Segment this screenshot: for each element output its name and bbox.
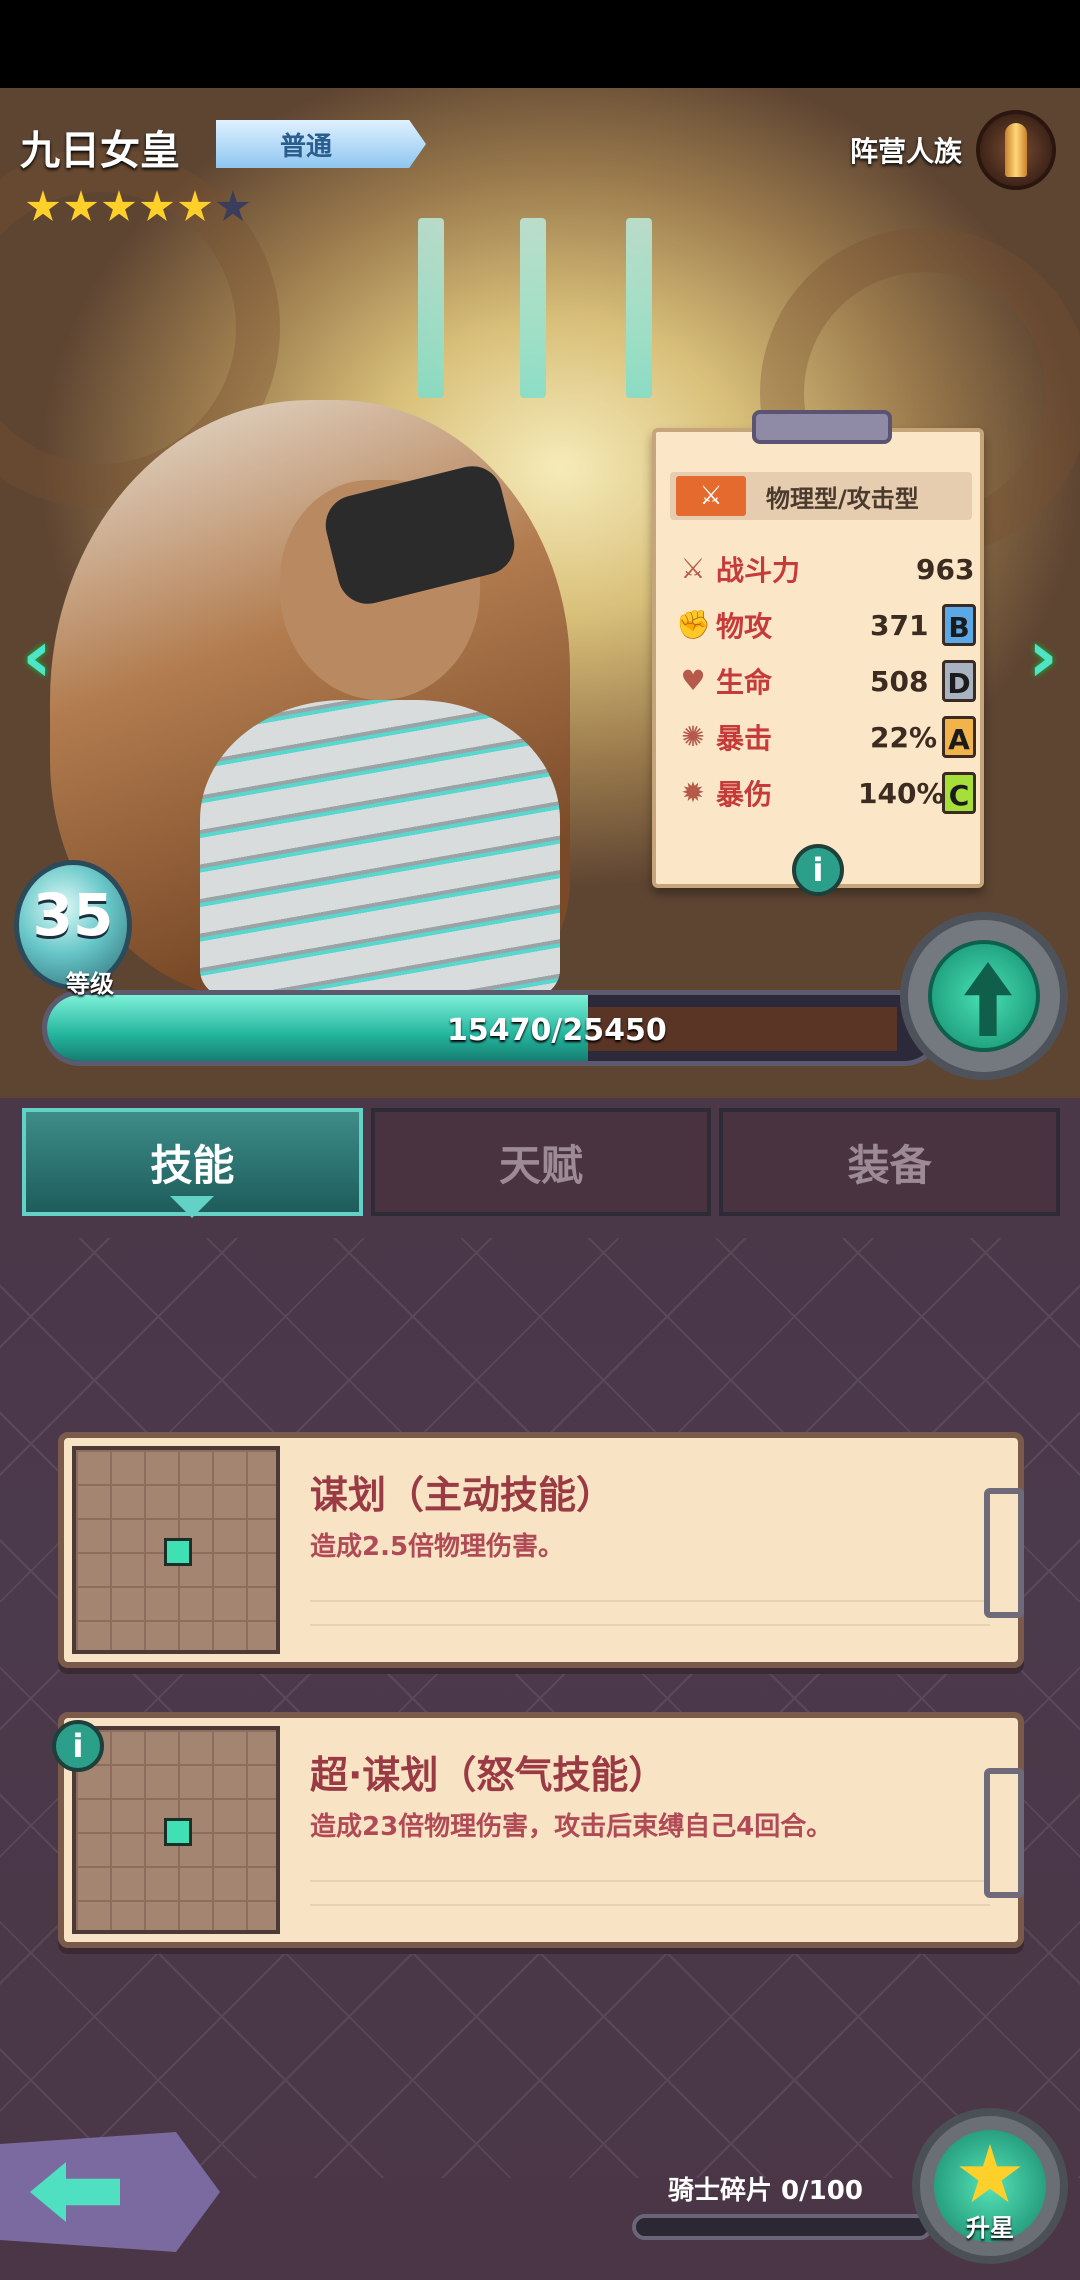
hero-type-row: ⚔ 物理型/攻击型	[670, 472, 972, 520]
skill-title: 超·谋划（怒气技能）	[310, 1753, 667, 1797]
stat-row-combat-power: ⚔ 战斗力 963	[676, 544, 976, 594]
star-up-button[interactable]: 升星	[912, 2108, 1068, 2264]
star-up-inner: 升星	[934, 2130, 1046, 2242]
skill-card-handle	[984, 1768, 1024, 1898]
faction-label: 阵营人族	[849, 135, 962, 168]
star-icon	[102, 190, 136, 221]
tab-equipment[interactable]: 装备	[719, 1108, 1061, 1216]
skill-description: 造成2.5倍物理伤害。	[310, 1532, 565, 1562]
level-up-button[interactable]	[900, 912, 1068, 1080]
tab-talent[interactable]: 天赋	[370, 1108, 712, 1216]
panel-pattern	[0, 1238, 1080, 2178]
next-hero-button[interactable]: ›	[1018, 616, 1068, 696]
level-up-inner	[928, 940, 1040, 1052]
stat-row-crit: ✺ 暴击 22% A	[676, 712, 976, 762]
skill-icon	[72, 1446, 280, 1654]
clipboard-clip	[752, 410, 892, 444]
stat-grade: B	[942, 604, 976, 646]
level-value: 35	[32, 881, 114, 949]
stat-row-attack: ✊ 物攻 371 B	[676, 600, 976, 650]
lower-panel	[0, 1098, 1080, 2280]
heart-icon: ♥	[680, 664, 706, 697]
crit-damage-icon: ✹	[681, 776, 705, 809]
arrow-up-icon	[964, 962, 1012, 1036]
stat-row-crit-damage: ✹ 暴伤 140% C	[676, 768, 976, 818]
star-icon	[216, 190, 250, 221]
skill-card-rage[interactable]: 超·谋划（怒气技能） 造成23倍物理伤害，攻击后束缚自己4回合。	[58, 1712, 1024, 1948]
stat-value: 508	[870, 664, 929, 698]
stat-label: 物攻	[716, 610, 773, 643]
star-rating	[26, 190, 250, 224]
star-icon	[140, 190, 174, 221]
tab-bar: 技能 天赋 装备	[22, 1108, 1061, 1218]
stat-label: 暴伤	[716, 778, 773, 811]
skill-ruled-lines	[310, 1578, 990, 1648]
level-label: 等级	[66, 970, 114, 998]
star-up-label: 升星	[966, 2214, 1014, 2242]
xp-text: 15470/25450	[447, 1013, 667, 1048]
skill-icon	[72, 1726, 280, 1934]
stat-grade: A	[942, 716, 976, 758]
stats-info-button[interactable]: i	[792, 844, 844, 896]
knight-shards-label: 骑士碎片 0/100	[668, 2176, 863, 2206]
skill-description: 造成23倍物理伤害，攻击后束缚自己4回合。	[310, 1812, 833, 1842]
stat-row-health: ♥ 生命 508 D	[676, 656, 976, 706]
xp-bar: 15470/25450	[42, 990, 942, 1066]
stat-value: 140%	[858, 776, 945, 810]
faction-button[interactable]	[976, 110, 1056, 190]
skill-card-active[interactable]: 谋划（主动技能） 造成2.5倍物理伤害。	[58, 1432, 1024, 1668]
status-bar	[0, 0, 1080, 88]
star-icon	[959, 2144, 1021, 2203]
combat-power-icon: ⚔	[680, 552, 706, 585]
sword-icon: ⚔	[676, 476, 746, 516]
stat-label: 暴击	[716, 722, 773, 755]
skill-card-handle	[984, 1488, 1024, 1618]
stat-label: 生命	[716, 666, 773, 699]
crit-icon: ✺	[681, 720, 705, 753]
star-icon	[64, 190, 98, 221]
rarity-badge: 普通	[216, 120, 426, 168]
skill-title: 谋划（主动技能）	[310, 1473, 615, 1517]
prev-hero-button[interactable]: ‹	[12, 616, 62, 696]
skill-icon-dot	[164, 1818, 192, 1846]
stat-label: 战斗力	[716, 554, 801, 587]
stat-grade: D	[942, 660, 976, 702]
bullet-icon	[1005, 123, 1027, 177]
star-icon	[178, 190, 212, 221]
stat-grade: C	[942, 772, 976, 814]
skill-info-button[interactable]: i	[52, 1720, 104, 1772]
hero-type: 物理型/攻击型	[766, 484, 919, 513]
hero-body	[200, 700, 560, 1000]
skill-icon-dot	[164, 1538, 192, 1566]
stat-value: 22%	[870, 720, 938, 754]
attack-icon: ✊	[676, 608, 711, 641]
stat-value: 963	[916, 552, 975, 586]
knight-shards-bar	[632, 2214, 932, 2240]
hero-name: 九日女皇	[20, 128, 180, 174]
skill-ruled-lines	[310, 1858, 990, 1928]
star-icon	[26, 190, 60, 221]
tab-skills[interactable]: 技能	[22, 1108, 363, 1218]
stat-value: 371	[870, 608, 929, 642]
stats-card: ⚔ 物理型/攻击型 ⚔ 战斗力 963 ✊ 物攻 371 B ♥ 生命 508 …	[652, 410, 984, 896]
